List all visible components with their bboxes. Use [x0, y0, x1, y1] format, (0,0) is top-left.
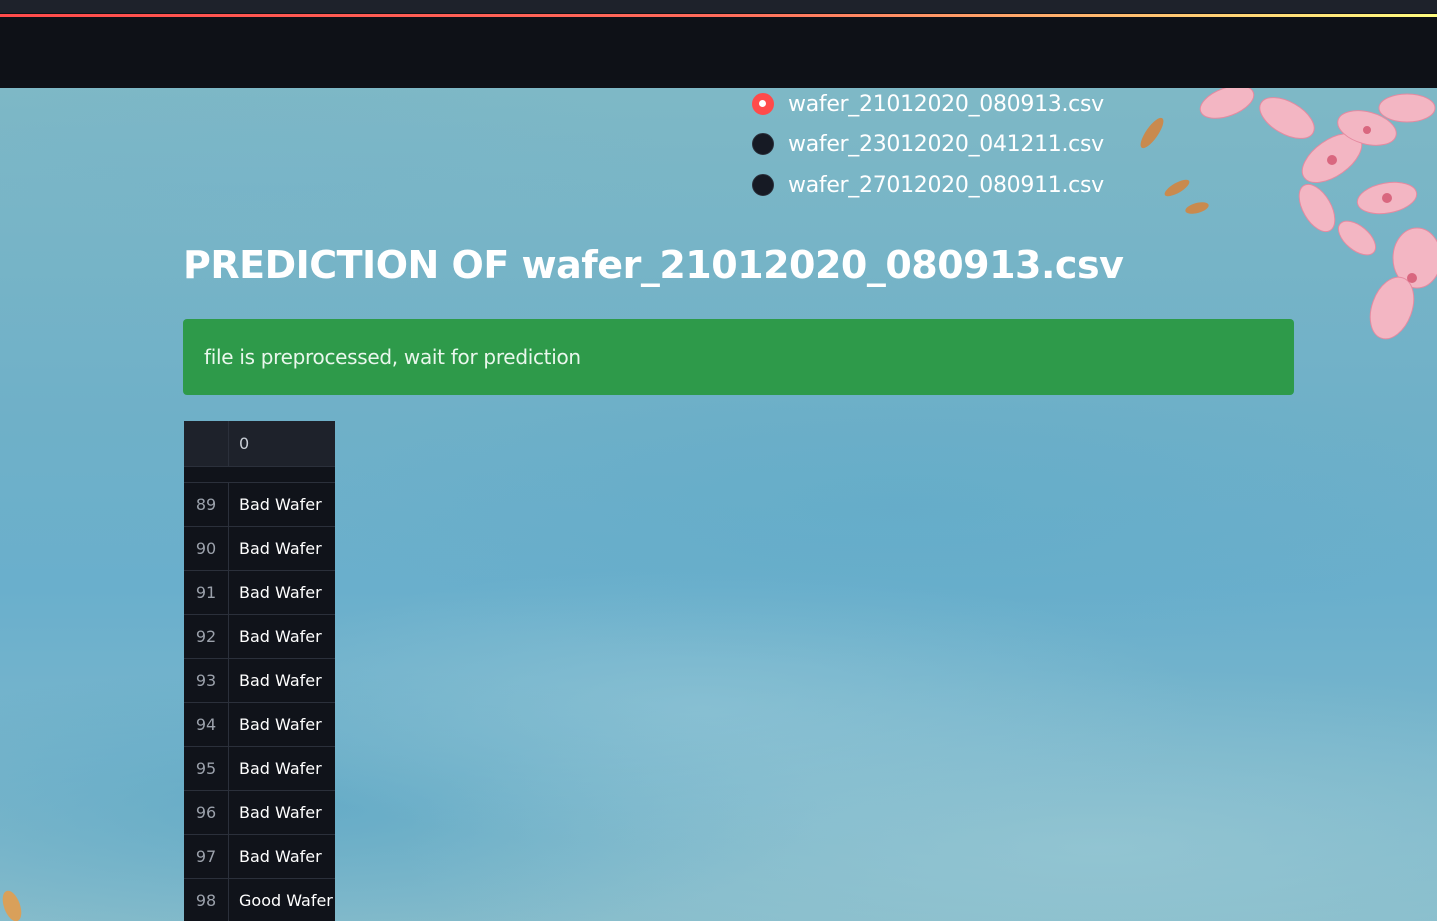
table-row: 90 Bad Wafer [184, 527, 335, 571]
row-index: 89 [184, 483, 229, 526]
row-index: 98 [184, 879, 229, 921]
row-value: Bad Wafer [239, 715, 322, 734]
radio-option-label: wafer_21012020_080913.csv [788, 91, 1104, 117]
table-row: 92 Bad Wafer [184, 615, 335, 659]
radio-option-label: wafer_23012020_041211.csv [788, 131, 1104, 157]
row-index: 96 [184, 791, 229, 834]
row-value: Bad Wafer [239, 583, 322, 602]
row-value: Bad Wafer [239, 847, 322, 866]
radio-option-file-1[interactable]: wafer_21012020_080913.csv [752, 89, 1152, 119]
row-value: Bad Wafer [239, 495, 322, 514]
row-index: 93 [184, 659, 229, 702]
radio-option-file-3[interactable]: wafer_27012020_080911.csv [752, 170, 1152, 200]
radio-option-label: wafer_27012020_080911.csv [788, 172, 1104, 198]
table-row: 94 Bad Wafer [184, 703, 335, 747]
row-value: Bad Wafer [239, 671, 322, 690]
browser-toolbar-strip [0, 0, 1437, 13]
row-index: 91 [184, 571, 229, 614]
row-index: 92 [184, 615, 229, 658]
page-title: PREDICTION OF wafer_21012020_080913.csv [183, 243, 1124, 287]
row-index: 95 [184, 747, 229, 790]
row-index: 97 [184, 835, 229, 878]
row-value: Good Wafer [239, 891, 333, 910]
row-value: Bad Wafer [239, 539, 322, 558]
prediction-table[interactable]: 0 89 Bad Wafer 90 Bad Wafer 91 Bad Wafer… [184, 421, 335, 921]
column-header: 0 [239, 434, 250, 453]
header-decoration-bar [0, 14, 1437, 17]
app-header [0, 0, 1437, 88]
row-value: Bad Wafer [239, 803, 322, 822]
row-value: Bad Wafer [239, 627, 322, 646]
table-row: 93 Bad Wafer [184, 659, 335, 703]
table-row: 96 Bad Wafer [184, 791, 335, 835]
radio-button[interactable] [752, 174, 774, 196]
table-header: 0 [184, 421, 335, 467]
table-spacer [184, 467, 335, 483]
alert-message: file is preprocessed, wait for predictio… [204, 345, 581, 369]
blossom-corner-decoration [2, 890, 22, 921]
row-index: 94 [184, 703, 229, 746]
main-content: wafer_21012020_080913.csv wafer_23012020… [0, 88, 1437, 921]
table-row: 98 Good Wafer [184, 879, 335, 921]
radio-button[interactable] [752, 133, 774, 155]
row-index: 90 [184, 527, 229, 570]
table-row: 91 Bad Wafer [184, 571, 335, 615]
radio-button-selected[interactable] [752, 93, 774, 115]
table-row: 89 Bad Wafer [184, 483, 335, 527]
row-value: Bad Wafer [239, 759, 322, 778]
radio-option-file-2[interactable]: wafer_23012020_041211.csv [752, 129, 1152, 159]
table-row: 95 Bad Wafer [184, 747, 335, 791]
table-row: 97 Bad Wafer [184, 835, 335, 879]
index-header-cell [184, 421, 229, 466]
success-alert: file is preprocessed, wait for predictio… [183, 319, 1294, 395]
